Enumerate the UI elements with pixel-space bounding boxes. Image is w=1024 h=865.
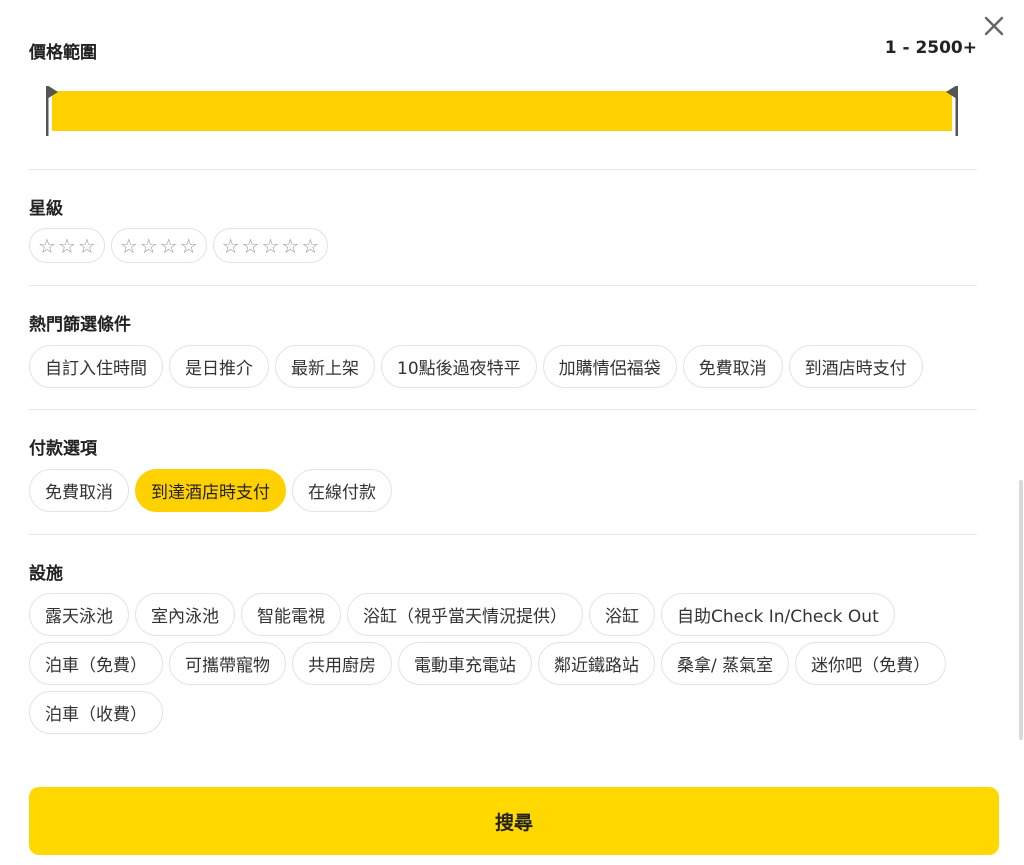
payment-options-title: 付款選項: [29, 439, 97, 459]
facility-chip[interactable]: 電動車充電站: [398, 642, 532, 685]
divider: [29, 285, 977, 286]
facility-chip[interactable]: 室內泳池: [135, 593, 235, 636]
facility-chip[interactable]: 泊車（收費）: [29, 691, 163, 734]
price-range-title: 價格範圍: [29, 43, 97, 63]
star-outline-icon: ☆: [119, 233, 138, 258]
popular-filter-chip[interactable]: 10點後過夜特平: [381, 345, 537, 388]
divider: [29, 534, 977, 535]
star-outline-icon: ☆: [179, 233, 198, 258]
search-button[interactable]: 搜尋: [29, 787, 999, 855]
star-outline-icon: ☆: [241, 233, 260, 258]
star-outline-icon: ☆: [77, 233, 96, 258]
facility-chip[interactable]: 露天泳池: [29, 593, 129, 636]
flag-handle-icon: [46, 86, 58, 136]
popular-filter-chip[interactable]: 到酒店時支付: [788, 345, 923, 388]
filter-panel: 價格範圍 1 - 2500+ 星級 ☆ ☆ ☆ ☆ ☆ ☆ ☆ ☆ ☆ ☆ ☆ ☆ 熱門篩選條件 自訂…: [29, 0, 977, 770]
star-outline-icon: ☆: [301, 233, 320, 258]
popular-filters-chips: 自訂入住時間 是日推介 最新上架 10點後過夜特平 加購情侶福袋 免費取消 到酒店時支付: [29, 345, 977, 388]
scrollbar-thumb[interactable]: [1019, 480, 1023, 740]
close-button[interactable]: [978, 10, 1010, 42]
facility-chip[interactable]: 泊車（免費）: [29, 642, 163, 685]
payment-option-chip[interactable]: 免費取消: [29, 469, 129, 512]
facility-chip[interactable]: 自助Check In/Check Out: [661, 593, 895, 636]
facility-chip[interactable]: 共用廚房: [292, 642, 392, 685]
popular-filter-chip[interactable]: 免費取消: [682, 345, 783, 388]
price-min-handle[interactable]: [46, 86, 58, 136]
facility-chip[interactable]: 智能電視: [241, 593, 341, 636]
facility-chip[interactable]: 浴缸: [589, 593, 655, 636]
facility-chip[interactable]: 浴缸（視乎當天情況提供）: [347, 593, 583, 636]
payment-options-chips: 免費取消 到達酒店時支付 在線付款: [29, 469, 977, 512]
facility-chip[interactable]: 桑拿/ 蒸氣室: [661, 642, 790, 685]
star-outline-icon: ☆: [221, 233, 240, 258]
close-icon: [984, 16, 1004, 36]
facility-chip[interactable]: 迷你吧（免費）: [795, 642, 947, 685]
popular-filter-chip[interactable]: 自訂入住時間: [29, 345, 163, 388]
star-rating-title: 星級: [29, 199, 63, 219]
facilities-title: 設施: [29, 564, 63, 584]
flag-handle-icon: [946, 86, 958, 136]
divider: [29, 409, 977, 410]
popular-filter-chip[interactable]: 最新上架: [275, 345, 375, 388]
star-outline-icon: ☆: [261, 233, 280, 258]
star-rating-option[interactable]: ☆ ☆ ☆ ☆ ☆: [212, 228, 329, 263]
facility-chip[interactable]: 可攜帶寵物: [169, 642, 286, 685]
star-outline-icon: ☆: [139, 233, 158, 258]
star-rating-option[interactable]: ☆ ☆ ☆: [29, 228, 105, 263]
price-max-handle[interactable]: [946, 86, 958, 136]
divider: [29, 169, 977, 170]
star-outline-icon: ☆: [281, 233, 300, 258]
star-outline-icon: ☆: [38, 233, 56, 258]
facilities-chips: 露天泳池 室內泳池 智能電視 浴缸（視乎當天情況提供） 浴缸 自助Check In/Che…: [29, 593, 977, 734]
price-range-header: 價格範圍 1 - 2500+: [29, 38, 977, 64]
price-range-value: 1 - 2500+: [884, 38, 977, 58]
price-range-slider[interactable]: [46, 86, 958, 136]
facility-chip[interactable]: 鄰近鐵路站: [538, 642, 655, 685]
star-outline-icon: ☆: [57, 233, 76, 258]
payment-option-chip[interactable]: 到達酒店時支付: [135, 469, 286, 512]
popular-filters-title: 熱門篩選條件: [29, 315, 131, 335]
payment-option-chip[interactable]: 在線付款: [292, 469, 392, 512]
star-rating-options: ☆ ☆ ☆ ☆ ☆ ☆ ☆ ☆ ☆ ☆ ☆ ☆: [29, 228, 977, 263]
popular-filter-chip[interactable]: 加購情侶福袋: [542, 345, 677, 388]
star-rating-option[interactable]: ☆ ☆ ☆ ☆: [110, 228, 207, 263]
price-range-fill: [52, 91, 952, 131]
star-outline-icon: ☆: [159, 233, 178, 258]
popular-filter-chip[interactable]: 是日推介: [169, 345, 269, 388]
